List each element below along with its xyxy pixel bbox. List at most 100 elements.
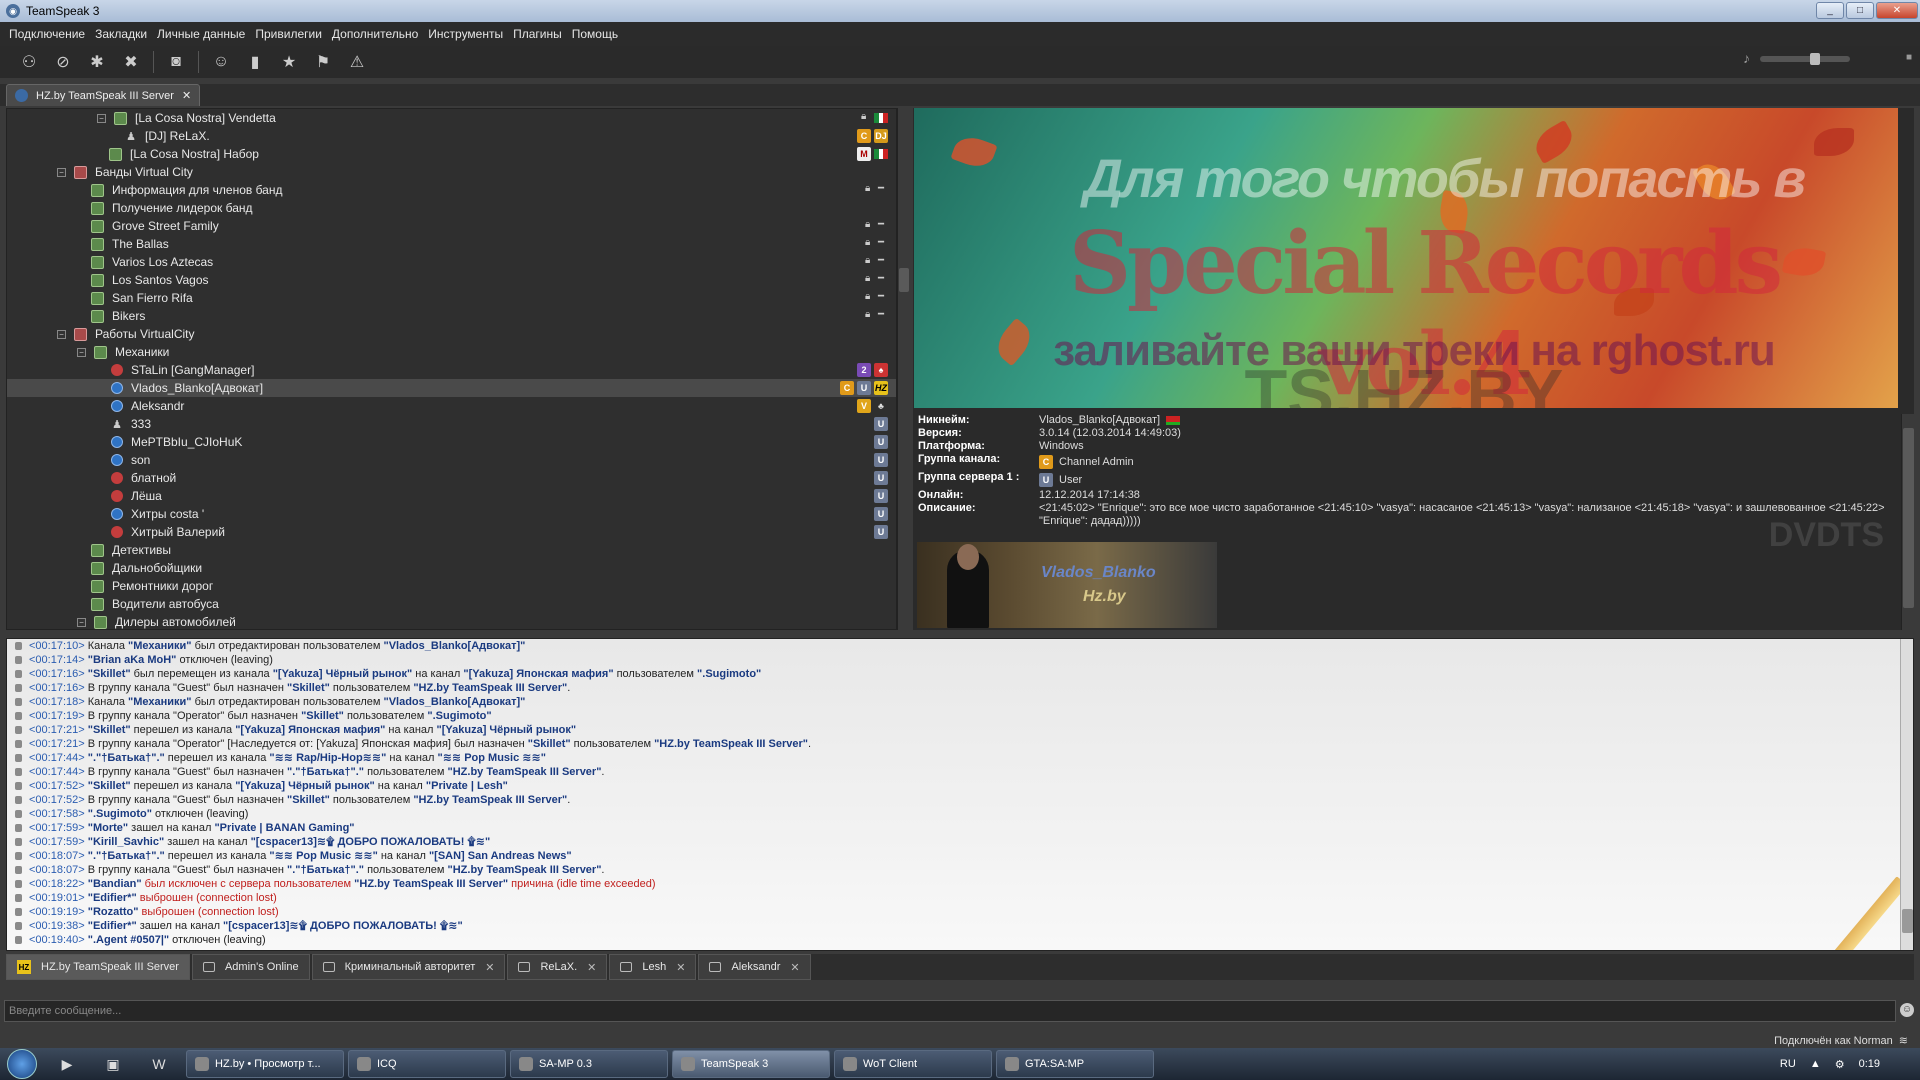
tree-channel[interactable]: Получение лидерок банд	[7, 199, 896, 217]
tree-client[interactable]: ♟ 333 U	[7, 415, 896, 433]
close-button[interactable]: ✕	[1876, 2, 1918, 19]
warning-icon[interactable]: ⚠	[342, 49, 372, 75]
taskbar-item[interactable]: TeamSpeak 3	[672, 1050, 830, 1078]
chat-text[interactable]: "Vlados_Blanko[Адвокат]"	[383, 696, 525, 708]
chat-text[interactable]: "Private | Lesh"	[426, 780, 508, 792]
chat-text[interactable]: "Kirill_Savhic"	[88, 836, 164, 848]
chat-text[interactable]: "Механики"	[128, 640, 191, 652]
tree-channel[interactable]: − [La Cosa Nostra] Vendetta 🔒︎	[7, 109, 896, 127]
tab-server[interactable]: HZ.by TeamSpeak III Server ✕	[6, 84, 201, 106]
tree-client[interactable]: блатной U	[7, 469, 896, 487]
collapse-icon[interactable]: −	[57, 329, 66, 339]
chat-text[interactable]: "Vlados_Blanko[Адвокат]"	[383, 640, 525, 652]
chat-text[interactable]: "[Yakuza] Чёрный рынок"	[235, 780, 375, 792]
chat-text[interactable]: "Skillet"	[301, 710, 344, 722]
tree-client[interactable]: Хитры costa ' U	[7, 505, 896, 523]
chat-text[interactable]: "HZ.by TeamSpeak III Server"	[654, 738, 808, 750]
chat-text[interactable]: "[SAN] San Andreas News"	[429, 850, 572, 862]
tree-client[interactable]: MePTBbIu_CJIoHuK U	[7, 433, 896, 451]
chat-text[interactable]: ".Sugimoto"	[427, 710, 491, 722]
chat-text[interactable]: ".Sugimoto"	[697, 668, 761, 680]
chat-text[interactable]: "Механики"	[128, 696, 191, 708]
chat-text[interactable]: "[Yakuza] Японская мафия"	[235, 724, 385, 736]
menu-permissions[interactable]: Привилегии	[250, 27, 327, 41]
chat-text[interactable]: "Bandian"	[88, 878, 142, 890]
chat-text[interactable]: "Edifier*"	[88, 920, 137, 932]
chat-tab[interactable]: HZ HZ.by TeamSpeak III Server	[6, 954, 190, 980]
chat-text[interactable]: "."†Батька†"."	[88, 752, 165, 764]
volume-slider-knob[interactable]	[1810, 53, 1820, 65]
contacts-icon[interactable]: ☺	[206, 49, 236, 75]
message-input[interactable]: Введите сообщение...	[4, 1000, 1896, 1022]
tree-scrollbar-thumb[interactable]	[899, 268, 909, 292]
chat-text[interactable]: "≋≋ Rap/Hip-Hop≋≋"	[269, 752, 386, 764]
tokens-icon[interactable]: ▮	[240, 49, 270, 75]
chat-scrollbar[interactable]	[1900, 639, 1913, 950]
tree-channel[interactable]: Водители автобуса	[7, 595, 896, 613]
chat-tab[interactable]: Криминальный авторитет ✕	[311, 954, 506, 980]
volume-slider[interactable]	[1760, 53, 1850, 65]
menu-tools[interactable]: Инструменты	[423, 27, 508, 41]
tree-channel[interactable]: − Банды Virtual City	[7, 163, 896, 181]
media-player-icon[interactable]: ▶	[52, 1052, 82, 1076]
chat-text[interactable]: "Brian aKa MoH"	[88, 654, 177, 666]
tree-client[interactable]: Aleksandr V ♣	[7, 397, 896, 415]
menu-plugins[interactable]: Плагины	[508, 27, 567, 41]
maximize-button[interactable]: □	[1846, 2, 1874, 19]
taskbar-item[interactable]: WoT Client	[834, 1050, 992, 1078]
chat-tab[interactable]: Lesh ✕	[609, 954, 697, 980]
chat-text[interactable]: ".Agent #0507|"	[88, 934, 169, 946]
chat-tab[interactable]: Admin's Online	[191, 954, 310, 980]
chat-text[interactable]: "Skillet"	[528, 738, 571, 750]
taskbar-item[interactable]: GTA:SA:MP	[996, 1050, 1154, 1078]
tree-channel[interactable]: The Ballas 🔒︎ ━	[7, 235, 896, 253]
taskbar-item[interactable]: SA-MP 0.3	[510, 1050, 668, 1078]
tree-channel[interactable]: San Fierro Rifa 🔒︎ ━	[7, 289, 896, 307]
collapse-icon[interactable]: −	[97, 113, 106, 123]
chat-text[interactable]: "Rozatto"	[88, 906, 139, 918]
info-scrollbar-thumb[interactable]	[1903, 428, 1914, 608]
language-indicator[interactable]: RU	[1780, 1058, 1796, 1070]
tree-channel[interactable]: Дальнобойщики	[7, 559, 896, 577]
chat-text[interactable]: "Edifier*"	[88, 892, 137, 904]
menu-self[interactable]: Личные данные	[152, 27, 250, 41]
bookmark-star-icon[interactable]: ★	[274, 49, 304, 75]
away-icon[interactable]: ✱	[82, 49, 112, 75]
chat-tab[interactable]: ReLaX. ✕	[507, 954, 608, 980]
menu-connection[interactable]: Подключение	[4, 27, 90, 41]
chat-text[interactable]: "[cspacer13]≋۩ ДОБРО ПОЖАЛОВАТЬ! ۩≋"	[251, 836, 491, 848]
taskbar-item[interactable]: ICQ	[348, 1050, 506, 1078]
menu-bookmarks[interactable]: Закладки	[90, 27, 152, 41]
tree-channel[interactable]: [La Cosa Nostra] Набор M	[7, 145, 896, 163]
chat-text[interactable]: "≋≋ Pop Music ≋≋"	[438, 752, 546, 764]
tree-channel[interactable]: Информация для членов банд 🔒︎ ━	[7, 181, 896, 199]
chat-text[interactable]: ".Sugimoto"	[88, 808, 152, 820]
chat-scrollbar-thumb[interactable]	[1902, 909, 1913, 933]
chat-text[interactable]: "HZ.by TeamSpeak III Server"	[448, 766, 602, 778]
chat-text[interactable]: "[Yakuza] Чёрный рынок"	[437, 724, 577, 736]
chat-text[interactable]: "."†Батька†"."	[287, 864, 364, 876]
start-button[interactable]	[0, 1048, 44, 1080]
tab-close-icon[interactable]: ✕	[790, 961, 799, 974]
chat-tab[interactable]: Aleksandr ✕	[698, 954, 811, 980]
chat-text[interactable]: "Skillet"	[287, 794, 330, 806]
mute-speakers-icon[interactable]: ◙	[161, 49, 191, 75]
tree-channel[interactable]: − Механики	[7, 343, 896, 361]
chat-text[interactable]: "."†Батька†"."	[88, 850, 165, 862]
tree-channel[interactable]: Bikers 🔒︎ ━	[7, 307, 896, 325]
connect-icon[interactable]: ⚇	[14, 49, 44, 75]
minimize-button[interactable]: _	[1816, 2, 1844, 19]
tree-channel[interactable]: Los Santos Vagos 🔒︎ ━	[7, 271, 896, 289]
ban-list-icon[interactable]: ⚑	[308, 49, 338, 75]
chat-text[interactable]: "[cspacer13]≋۩ ДОБРО ПОЖАЛОВАТЬ! ۩≋"	[223, 920, 463, 932]
chat-text[interactable]: "≋≋ Pop Music ≋≋"	[269, 850, 377, 862]
tray-arrow-icon[interactable]: ▲	[1810, 1058, 1821, 1070]
tree-client[interactable]: ♟ [DJ] ReLaX. C DJ	[7, 127, 896, 145]
chat-text[interactable]: "Private | BANAN Gaming"	[214, 822, 354, 834]
chat-text[interactable]: "HZ.by TeamSpeak III Server"	[354, 878, 508, 890]
tab-close-icon[interactable]: ✕	[587, 961, 596, 974]
tree-client[interactable]: Хитрый Валерий U	[7, 523, 896, 541]
tree-channel[interactable]: Детективы	[7, 541, 896, 559]
chat-text[interactable]: "Skillet"	[88, 780, 131, 792]
chat-text[interactable]: "HZ.by TeamSpeak III Server"	[413, 682, 567, 694]
